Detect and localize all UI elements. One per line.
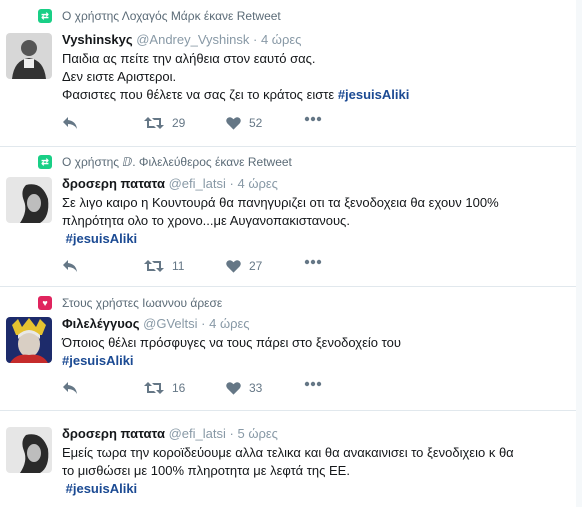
retweet-button[interactable]: 16 <box>144 381 185 395</box>
tweet-time-sep: · <box>201 316 206 331</box>
hashtag-link[interactable]: #jesuisAliki <box>62 353 134 368</box>
avatar[interactable] <box>6 317 52 363</box>
retweet-context-icon: ⇄ <box>38 9 52 23</box>
retweet-button[interactable]: 11 <box>144 259 184 273</box>
tweet-line: πληρότητα ολο το χρονο...με Αυγανοπακιστ… <box>62 213 350 228</box>
tweet-header: δροσερη πατατα @efi_latsi · 4 ώρες <box>62 176 278 191</box>
tweet-context: Ο χρήστης Λοχαγός Μάρκ έκανε Retweet <box>62 9 281 23</box>
tweet-text: Όποιος θέλει πρόσφυγες να τους πάρει στο… <box>62 334 567 370</box>
author-name[interactable]: Φιλελέγγυος <box>62 316 140 331</box>
tweet-text: Εμείς τωρα την κοροϊδεύουμε αλλα τελικα … <box>62 444 567 498</box>
tweet-time-sep: · <box>229 176 234 191</box>
tweet-line: Παιδια ας πείτε την αλήθεια στον εαυτό σ… <box>62 51 316 66</box>
tweet-header: Vyshinskyς @Andrey_Vyshinsk · 4 ώρες <box>62 32 301 47</box>
tweet-header: δροσερη πατατα @efi_latsi · 5 ώρες <box>62 426 278 441</box>
retweet-count: 11 <box>172 259 185 273</box>
more-button[interactable] <box>304 381 322 387</box>
reply-button[interactable] <box>62 381 78 395</box>
avatar[interactable] <box>6 427 52 473</box>
author-handle[interactable]: @Andrey_Vyshinsk <box>136 32 249 47</box>
tweet-time[interactable]: 4 ώρες <box>261 32 301 47</box>
reply-icon <box>63 117 77 129</box>
reply-button[interactable] <box>62 259 78 273</box>
retweet-icon <box>144 260 164 272</box>
tweet-line-text: Φασιστες που θέλετε να σας ζει το κράτος… <box>62 87 338 102</box>
hashtag-link[interactable]: #jesuisAliki <box>66 481 138 496</box>
tweet-line: Όποιος θέλει πρόσφυγες να τους πάρει στο… <box>62 335 401 350</box>
tweet-time[interactable]: 4 ώρες <box>237 176 277 191</box>
more-icon <box>304 116 322 122</box>
author-handle[interactable]: @efi_latsi <box>169 176 226 191</box>
tweet[interactable]: δροσερη πατατα @efi_latsi · 5 ώρες Εμείς… <box>0 411 582 507</box>
hashtag-link[interactable]: #jesuisAliki <box>338 87 410 102</box>
like-button[interactable]: 27 <box>226 259 262 273</box>
heart-icon <box>226 260 241 273</box>
retweet-icon <box>144 382 164 394</box>
reply-button[interactable] <box>62 116 78 130</box>
more-icon <box>304 259 322 265</box>
author-name[interactable]: δροσερη πατατα <box>62 176 165 191</box>
hashtag-link[interactable]: #jesuisAliki <box>66 231 138 246</box>
author-handle[interactable]: @GVeltsi <box>143 316 197 331</box>
tweet-line: #jesuisAliki <box>62 352 567 370</box>
tweet-time-sep: · <box>229 426 234 441</box>
like-count: 27 <box>249 259 263 273</box>
more-button[interactable] <box>304 259 322 265</box>
tweet-text: Σε λιγο καιρο η Κουντουρά θα πανηγυριζει… <box>62 194 567 248</box>
like-count: 52 <box>249 116 263 130</box>
tweet-line: #jesuisAliki <box>62 230 567 248</box>
like-button[interactable]: 33 <box>226 381 262 395</box>
like-count: 33 <box>249 381 263 395</box>
heart-icon <box>226 382 241 395</box>
tweet-line: Δεν ειστε Αριστεροι. <box>62 69 177 84</box>
tweet-line: Φασιστες που θέλετε να σας ζει το κράτος… <box>62 86 567 104</box>
tweet-line: Εμείς τωρα την κοροϊδεύουμε αλλα τελικα … <box>62 445 514 460</box>
avatar[interactable] <box>6 177 52 223</box>
reply-icon <box>63 382 77 394</box>
heart-icon <box>226 117 241 130</box>
more-icon <box>304 381 322 387</box>
author-handle[interactable]: @efi_latsi <box>169 426 226 441</box>
author-name[interactable]: Vyshinskyς <box>62 32 133 47</box>
author-name[interactable]: δροσερη πατατα <box>62 426 165 441</box>
retweet-count: 29 <box>172 116 186 130</box>
tweet-text: Παιδια ας πείτε την αλήθεια στον εαυτό σ… <box>62 50 567 104</box>
tweet-line: #jesuisAliki <box>62 480 567 498</box>
more-button[interactable] <box>304 116 322 122</box>
scrollbar[interactable] <box>576 0 582 507</box>
tweet-time[interactable]: 5 ώρες <box>237 426 277 441</box>
tweet-context: Ο χρήστης ⅅ. Φιλελεύθερος έκανε Retweet <box>62 155 292 169</box>
tweet-time-sep: · <box>253 32 258 47</box>
tweet[interactable]: ⇄ Ο χρήστης ⅅ. Φιλελεύθερος έκανε Retwee… <box>0 147 582 287</box>
retweet-button[interactable]: 29 <box>144 116 185 130</box>
tweet-context: Στους χρήστες Ιωαννου άρεσε <box>62 296 223 310</box>
tweet[interactable]: ⇄ Ο χρήστης Λοχαγός Μάρκ έκανε Retweet V… <box>0 0 582 147</box>
tweet-line: το μισθώσει με 100% πληροτητα με λεφτά τ… <box>62 463 350 478</box>
retweet-icon <box>144 117 164 129</box>
like-button[interactable]: 52 <box>226 116 262 130</box>
tweet[interactable]: ♥ Στους χρήστες Ιωαννου άρεσε Φιλελέγγυο… <box>0 287 582 411</box>
reply-icon <box>63 260 77 272</box>
retweet-count: 16 <box>172 381 186 395</box>
tweet-header: Φιλελέγγυος @GVeltsi · 4 ώρες <box>62 316 250 331</box>
tweet-line: Σε λιγο καιρο η Κουντουρά θα πανηγυριζει… <box>62 195 499 210</box>
retweet-context-icon: ⇄ <box>38 155 52 169</box>
like-context-icon: ♥ <box>38 296 52 310</box>
avatar[interactable] <box>6 33 52 79</box>
tweet-time[interactable]: 4 ώρες <box>209 316 249 331</box>
